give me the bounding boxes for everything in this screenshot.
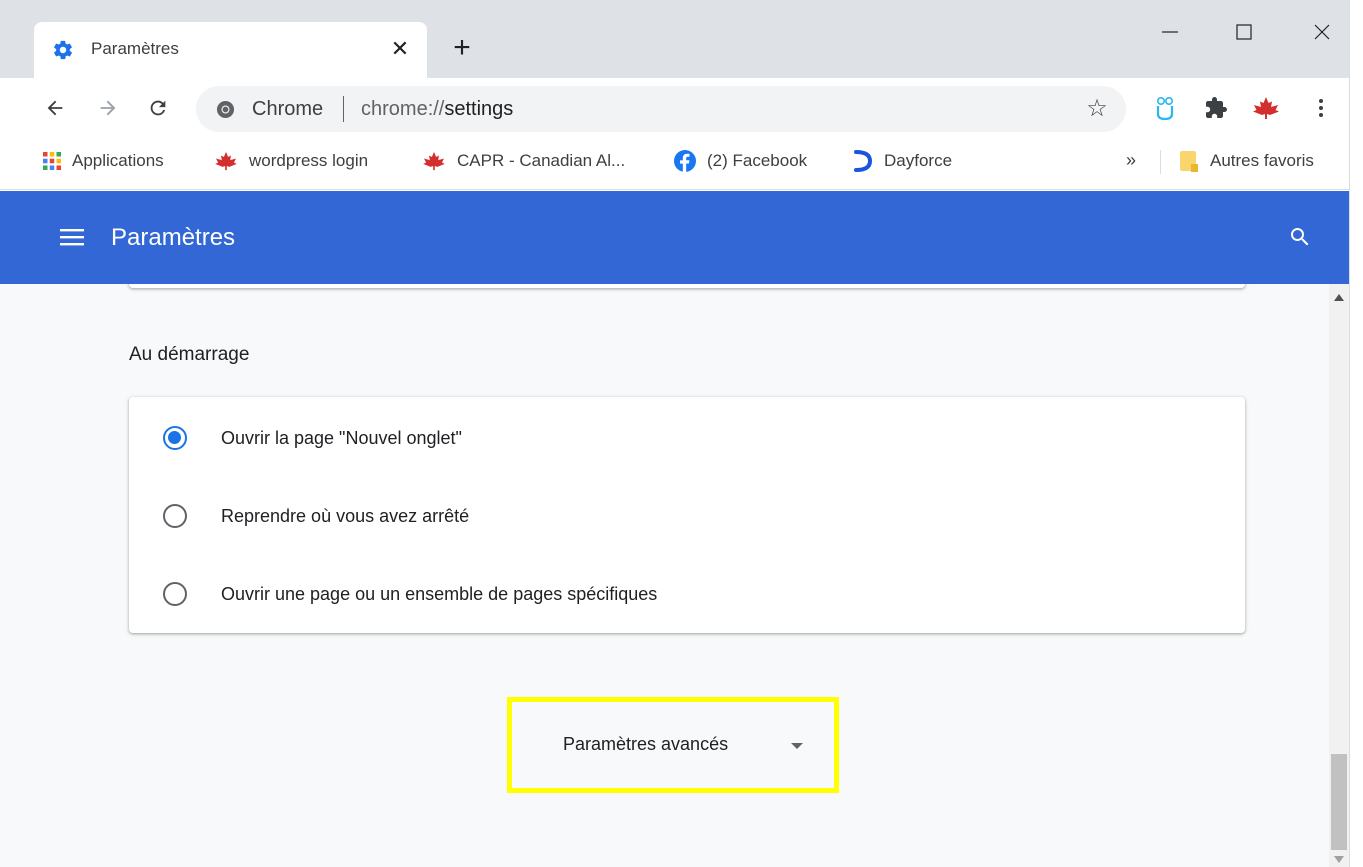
window-edge	[1349, 0, 1363, 867]
reload-button[interactable]	[141, 91, 175, 125]
owl-icon	[1156, 96, 1174, 121]
minimize-window-button[interactable]	[1150, 14, 1190, 50]
arrow-left-icon	[47, 100, 63, 116]
reload-icon	[150, 100, 166, 116]
minimize-icon	[1162, 31, 1178, 33]
radio-button[interactable]	[163, 504, 187, 528]
scrollbar-thumb[interactable]	[1331, 754, 1347, 850]
advanced-settings-button[interactable]: Paramètres avancés	[507, 697, 839, 793]
chrome-icon	[216, 100, 235, 119]
maple-leaf-extension-icon[interactable]	[1251, 93, 1281, 123]
bookmark-applications[interactable]: Applications	[42, 148, 164, 174]
maximize-icon	[1236, 24, 1252, 40]
more-vert-icon	[1319, 99, 1323, 117]
dayforce-icon	[854, 150, 873, 172]
radio-button-checked[interactable]	[163, 426, 187, 450]
radio-button[interactable]	[163, 582, 187, 606]
url-host: settings	[444, 98, 514, 120]
bookmark-other-folder[interactable]: Autres favoris	[1178, 148, 1314, 174]
apps-grid-icon	[43, 152, 61, 170]
bookmarks-divider	[1160, 150, 1161, 174]
maple-leaf-icon	[1253, 97, 1279, 119]
tab-title: Paramètres	[91, 39, 179, 58]
maple-leaf-icon	[215, 151, 237, 171]
scroll-up-arrow-icon[interactable]	[1334, 294, 1344, 301]
bookmarks-bar: Applications wordpress login CAPR - Cana…	[0, 138, 1363, 190]
settings-header: Paramètres	[0, 191, 1363, 284]
advanced-settings-label: Paramètres avancés	[563, 734, 729, 754]
startup-option-specific-pages[interactable]: Ouvrir une page ou un ensemble de pages …	[129, 553, 1245, 631]
bookmark-label: Dayforce	[884, 151, 953, 170]
back-button[interactable]	[38, 91, 72, 125]
bookmark-label: Applications	[72, 151, 164, 170]
previous-section-card	[129, 284, 1245, 288]
bookmark-star-icon[interactable]: ☆	[1084, 96, 1110, 122]
tab-settings[interactable]: Paramètres ✕	[34, 22, 427, 78]
startup-option-new-tab[interactable]: Ouvrir la page "Nouvel onglet"	[129, 397, 1245, 475]
arrow-right-icon	[100, 100, 116, 116]
option-label: Ouvrir la page "Nouvel onglet"	[221, 428, 462, 448]
gear-icon	[54, 40, 72, 60]
new-tab-button[interactable]: +	[447, 33, 477, 63]
chrome-menu-button[interactable]	[1306, 93, 1336, 123]
bookmark-label: Autres favoris	[1210, 151, 1314, 170]
page-title: Paramètres	[111, 224, 236, 251]
site-label: Chrome	[252, 98, 324, 120]
page-scrollbar[interactable]	[1329, 284, 1349, 867]
forward-button[interactable]	[91, 91, 125, 125]
owl-extension-icon[interactable]	[1150, 93, 1180, 123]
option-label: Ouvrir une page ou un ensemble de pages …	[221, 584, 658, 604]
bookmark-label: wordpress login	[249, 151, 369, 170]
url-scheme: chrome://	[361, 98, 445, 120]
omnibox-divider	[343, 96, 344, 122]
address-bar[interactable]: Chrome chrome://settings ☆	[196, 86, 1126, 132]
bookmark-dayforce[interactable]: Dayforce	[852, 148, 952, 174]
startup-options-card: Ouvrir la page "Nouvel onglet" Reprendre…	[129, 397, 1245, 633]
dropdown-arrow-icon	[791, 743, 803, 749]
bookmark-wordpress-login[interactable]: wordpress login	[213, 148, 368, 174]
url-text[interactable]: chrome://settings	[361, 98, 513, 121]
maximize-window-button[interactable]	[1224, 14, 1264, 50]
browser-toolbar: Chrome chrome://settings ☆	[0, 78, 1363, 138]
bookmark-label: CAPR - Canadian Al...	[457, 151, 626, 170]
bookmark-capr[interactable]: CAPR - Canadian Al...	[421, 148, 625, 174]
section-title-startup: Au démarrage	[129, 344, 250, 365]
puzzle-icon	[1206, 97, 1227, 118]
scroll-down-arrow-icon[interactable]	[1334, 856, 1344, 863]
close-icon	[1314, 24, 1330, 40]
close-window-button[interactable]	[1302, 14, 1342, 50]
extensions-button[interactable]	[1201, 93, 1231, 123]
settings-content: Au démarrage Ouvrir la page "Nouvel ongl…	[0, 284, 1329, 867]
facebook-icon	[674, 150, 696, 172]
main-menu-button[interactable]	[58, 223, 86, 251]
more-bookmarks-button[interactable]: »	[1126, 150, 1136, 171]
option-label: Reprendre où vous avez arrêté	[221, 506, 470, 526]
bookmark-facebook[interactable]: (2) Facebook	[673, 148, 807, 174]
startup-option-continue[interactable]: Reprendre où vous avez arrêté	[129, 475, 1245, 553]
tab-strip: Paramètres ✕ +	[0, 0, 1363, 78]
folder-icon	[1180, 151, 1198, 172]
maple-leaf-icon	[423, 151, 445, 171]
hamburger-menu-icon	[60, 229, 84, 246]
close-tab-icon[interactable]: ✕	[386, 35, 414, 63]
search-icon	[1291, 228, 1309, 246]
search-settings-button[interactable]	[1285, 222, 1315, 252]
bookmark-label: (2) Facebook	[707, 151, 808, 170]
